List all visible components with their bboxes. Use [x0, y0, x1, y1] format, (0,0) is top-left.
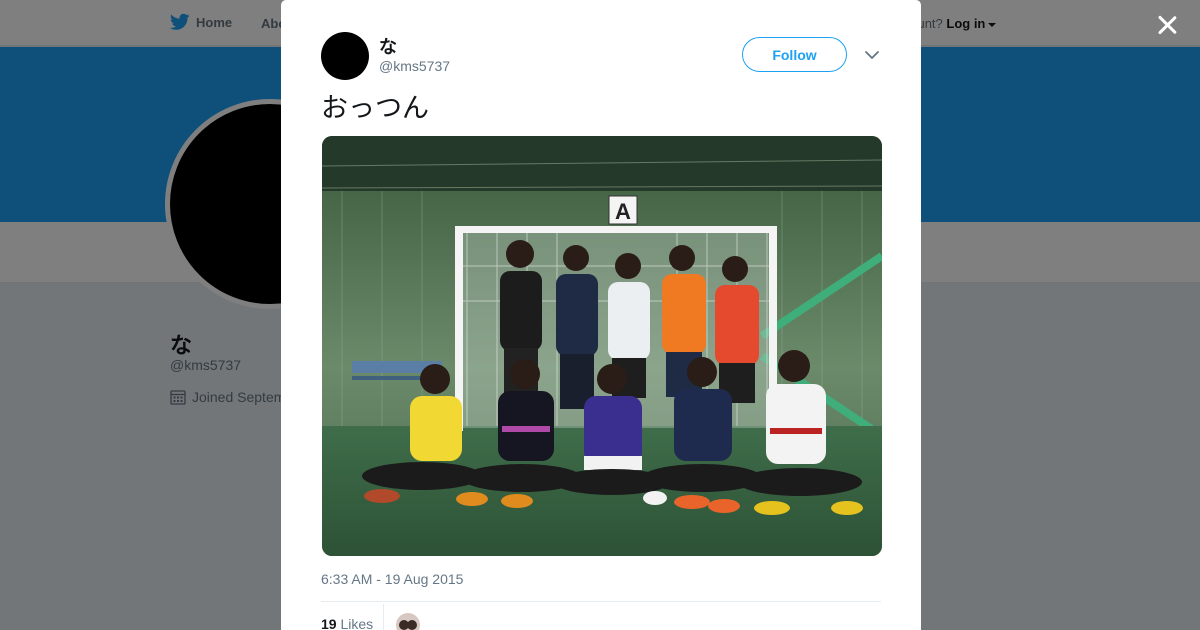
author-avatar[interactable]	[321, 32, 369, 80]
stats-divider	[383, 604, 384, 630]
likes-count[interactable]: 19 Likes	[321, 616, 373, 630]
liker-avatar[interactable]	[396, 613, 420, 630]
tweet-modal: な @kms5737 Follow おっつん A 6:33 AM - 19 Au…	[281, 0, 921, 630]
follow-button[interactable]: Follow	[742, 37, 847, 72]
tweet-text: おっつん	[321, 93, 429, 124]
liker-avatar-image	[396, 613, 420, 630]
likes-number: 19	[321, 616, 337, 630]
tweet-photo[interactable]: A	[322, 136, 882, 556]
divider	[321, 601, 881, 602]
team-photo-illustration: A	[322, 136, 882, 556]
close-icon[interactable]	[1154, 12, 1180, 38]
tweet-timestamp[interactable]: 6:33 AM - 19 Aug 2015	[321, 571, 463, 587]
goal-sign-label: A	[615, 199, 631, 224]
chevron-down-icon[interactable]	[863, 46, 881, 64]
likes-label: Likes	[340, 616, 374, 630]
author-handle[interactable]: @kms5737	[379, 58, 450, 74]
author-name[interactable]: な	[379, 33, 397, 59]
